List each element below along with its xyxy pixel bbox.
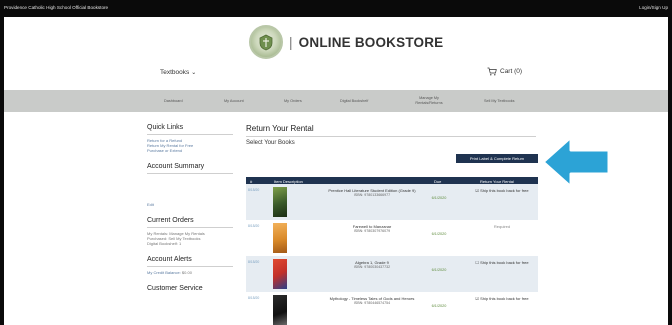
frame-right (668, 17, 672, 325)
return-status-required: Required (493, 224, 511, 229)
row-date: 8/15/20 (248, 260, 260, 264)
customer-service-heading: Customer Service (147, 285, 203, 292)
cart-label: Cart (0) (500, 68, 523, 75)
divider (147, 173, 233, 174)
table-row: 8/15/20 Algebra 1, Grade 9 ISBN: 9780030… (246, 256, 538, 292)
return-option: ☑ Ship this book back for free (468, 188, 536, 193)
sidebar: Quick Links Return for a Refund Return M… (147, 124, 233, 292)
col-header-desc: Item Description (274, 178, 303, 184)
quick-link-purchase-extend[interactable]: Purchase or Extend (147, 148, 233, 153)
book-description: Prentice Hall Literature Student Edition… (326, 188, 418, 198)
due-date: 6/1/2020 (431, 232, 447, 236)
divider (147, 227, 233, 228)
table-row: 8/15/20 Mythology - Timeless Tales of Go… (246, 292, 538, 325)
book-isbn: ISBN: 9780133666977 (353, 193, 391, 197)
site-title[interactable]: | ONLINE BOOKSTORE (289, 35, 443, 50)
return-option: ☐ Ship this book back for free (468, 260, 536, 265)
col-header-due: Due (434, 178, 442, 184)
main-content: Return Your Rental Select Your Books (246, 124, 536, 146)
row-date: 8/15/20 (248, 188, 260, 192)
brand-separator: | (289, 35, 293, 50)
row-date: 8/15/20 (248, 224, 260, 228)
table-row: 8/15/20 Farewell to Manzanar ISBN: 97803… (246, 220, 538, 256)
nav-dashboard[interactable]: Dashboard (164, 90, 183, 112)
return-checkbox[interactable]: ☑ (475, 188, 479, 193)
return-text: Ship this book back for free (480, 188, 529, 193)
login-link[interactable]: Login/Sign Up (639, 5, 668, 10)
nav-digital-bookshelf[interactable]: Digital Bookshelf (340, 90, 368, 112)
book-isbn: ISBN: 9780446574754 (353, 301, 391, 305)
account-alerts-heading: Account Alerts (147, 256, 192, 263)
account-summary-heading: Account Summary (147, 163, 205, 170)
current-orders-digital[interactable]: Digital Bookshelf: 1 (147, 241, 233, 246)
due-date: 6/1/2020 (431, 268, 447, 272)
return-checkbox[interactable]: ☐ (475, 260, 479, 265)
page-title: Return Your Rental (246, 124, 314, 133)
return-checkbox[interactable]: ☑ (475, 296, 479, 301)
due-date: 6/1/2020 (431, 196, 447, 200)
page-subtitle: Select Your Books (246, 140, 295, 146)
nav-my-orders[interactable]: My Orders (284, 90, 302, 112)
row-date: 8/15/20 (248, 296, 260, 300)
edit-account-link[interactable]: Edit (147, 202, 233, 207)
table-header: # Item Description Due Return Your Renta… (246, 177, 538, 184)
book-description: Mythology - Timeless Tales of Gods and H… (326, 296, 418, 306)
textbooks-dropdown[interactable]: Textbooks ⌄ (160, 69, 196, 76)
cart-button[interactable]: Cart (0) (487, 67, 522, 76)
nav-manage-rentals[interactable]: Manage My Rentals/Returns (414, 90, 444, 112)
store-credit-label[interactable]: My Credit Balance: (147, 270, 181, 275)
school-name[interactable]: Providence Catholic High School Official… (4, 5, 108, 10)
book-description: Farewell to Manzanar ISBN: 9780307976079 (326, 224, 418, 234)
book-cover-image (273, 259, 287, 289)
return-text: Ship this book back for free (480, 260, 529, 265)
current-orders-heading: Current Orders (147, 217, 194, 224)
brand-title-text: ONLINE BOOKSTORE (298, 35, 444, 50)
col-header-return: Return Your Rental (480, 178, 514, 184)
print-label-button[interactable]: Print Label & Complete Return (456, 154, 538, 163)
book-isbn: ISBN: 9780030437732 (353, 265, 391, 269)
divider (147, 134, 233, 135)
book-cover-image (273, 223, 287, 253)
store-credit-value: $0.00 (181, 270, 192, 275)
account-nav-bar: Dashboard My Account My Orders Digital B… (4, 90, 668, 112)
textbooks-label: Textbooks (160, 69, 190, 76)
rental-table: # Item Description Due Return Your Renta… (246, 177, 538, 325)
top-bar: Providence Catholic High School Official… (0, 0, 672, 17)
table-row: 8/15/20 Prentice Hall Literature Student… (246, 184, 538, 220)
book-isbn: ISBN: 9780307976079 (353, 229, 391, 233)
quick-links-heading: Quick Links (147, 124, 184, 131)
book-cover-image (273, 187, 287, 217)
return-option: ☑ Ship this book back for free (468, 296, 536, 301)
due-date: 6/1/2020 (431, 304, 447, 308)
nav-my-account[interactable]: My Account (224, 90, 244, 112)
store-credit-row: My Credit Balance: $0.00 (147, 270, 233, 275)
return-text: Ship this book back for free (480, 296, 529, 301)
frame-left (0, 17, 4, 325)
divider (147, 266, 233, 267)
divider (246, 136, 536, 137)
book-cover-image (273, 295, 287, 325)
nav-sell-textbooks[interactable]: Sell My Textbooks (484, 90, 515, 112)
arrow-left-icon (541, 135, 611, 189)
cart-icon (487, 67, 497, 76)
book-description: Algebra 1, Grade 9 ISBN: 9780030437732 (326, 260, 418, 270)
col-header-num: # (250, 178, 253, 184)
chevron-down-icon: ⌄ (191, 70, 197, 76)
school-logo-icon[interactable] (249, 25, 283, 59)
